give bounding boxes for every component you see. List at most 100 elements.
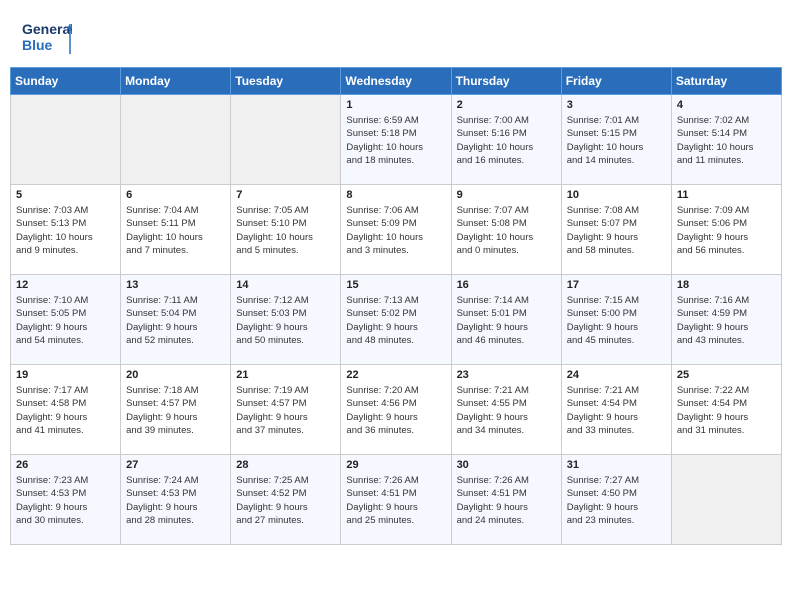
logo-icon: General Blue	[22, 18, 72, 58]
calendar-cell: 4 Sunrise: 7:02 AMSunset: 5:14 PMDaylight…	[671, 95, 781, 185]
day-info: Sunrise: 7:00 AMSunset: 5:16 PMDaylight:…	[457, 114, 556, 167]
calendar-cell: 23Sunrise: 7:21 AMSunset: 4:55 PMDayligh…	[451, 365, 561, 455]
day-info: Sunrise: 7:17 AMSunset: 4:58 PMDaylight:…	[16, 384, 115, 437]
day-number: 14	[236, 279, 335, 291]
day-number: 19	[16, 369, 115, 381]
weekday-header-row: SundayMondayTuesdayWednesdayThursdayFrid…	[11, 68, 782, 95]
calendar-cell: 11 Sunrise: 7:09 AMSunset: 5:06 PMDayligh…	[671, 185, 781, 275]
day-number: 1	[346, 99, 445, 111]
calendar-week-2: 5Sunrise: 7:03 AMSunset: 5:13 PMDaylight…	[11, 185, 782, 275]
calendar-cell: 19 Sunrise: 7:17 AMSunset: 4:58 PMDayligh…	[11, 365, 121, 455]
calendar-cell: 26 Sunrise: 7:23 AMSunset: 4:53 PMDayligh…	[11, 455, 121, 545]
day-info: Sunrise: 7:09 AMSunset: 5:06 PMDaylight:…	[677, 204, 776, 257]
day-info: Sunrise: 7:15 AMSunset: 5:00 PMDaylight:…	[567, 294, 666, 347]
calendar-cell: 22 Sunrise: 7:20 AMSunset: 4:56 PMDayligh…	[341, 365, 451, 455]
day-info: Sunrise: 7:21 AMSunset: 4:55 PMDaylight:…	[457, 384, 556, 437]
day-number: 24	[567, 369, 666, 381]
calendar-cell: 29Sunrise: 7:26 AMSunset: 4:51 PMDayligh…	[341, 455, 451, 545]
day-number: 31	[567, 459, 666, 471]
day-number: 12	[16, 279, 115, 291]
day-number: 8	[346, 189, 445, 201]
logo-container: General Blue	[22, 18, 72, 58]
calendar-cell: 3 Sunrise: 7:01 AMSunset: 5:15 PMDaylight…	[561, 95, 671, 185]
calendar-cell: 13 Sunrise: 7:11 AMSunset: 5:04 PMDayligh…	[121, 275, 231, 365]
calendar-cell: 21Sunrise: 7:19 AMSunset: 4:57 PMDayligh…	[231, 365, 341, 455]
day-info: Sunrise: 7:07 AMSunset: 5:08 PMDaylight:…	[457, 204, 556, 257]
day-number: 18	[677, 279, 776, 291]
calendar-cell	[121, 95, 231, 185]
day-number: 6	[126, 189, 225, 201]
weekday-header-thursday: Thursday	[451, 68, 561, 95]
day-info: Sunrise: 7:22 AMSunset: 4:54 PMDaylight:…	[677, 384, 776, 437]
calendar-cell: 8 Sunrise: 7:06 AMSunset: 5:09 PMDaylight…	[341, 185, 451, 275]
day-info: Sunrise: 7:02 AMSunset: 5:14 PMDaylight:…	[677, 114, 776, 167]
day-info: Sunrise: 7:23 AMSunset: 4:53 PMDaylight:…	[16, 474, 115, 527]
weekday-header-saturday: Saturday	[671, 68, 781, 95]
page-header: General Blue	[10, 10, 782, 62]
calendar-cell: 9 Sunrise: 7:07 AMSunset: 5:08 PMDaylight…	[451, 185, 561, 275]
day-info: Sunrise: 7:11 AMSunset: 5:04 PMDaylight:…	[126, 294, 225, 347]
day-info: Sunrise: 6:59 AMSunset: 5:18 PMDaylight:…	[346, 114, 445, 167]
day-number: 5	[16, 189, 115, 201]
logo: General Blue	[22, 18, 72, 58]
calendar-cell: 5Sunrise: 7:03 AMSunset: 5:13 PMDaylight…	[11, 185, 121, 275]
day-info: Sunrise: 7:26 AMSunset: 4:51 PMDaylight:…	[346, 474, 445, 527]
day-number: 22	[346, 369, 445, 381]
calendar-cell: 15Sunrise: 7:13 AMSunset: 5:02 PMDayligh…	[341, 275, 451, 365]
day-info: Sunrise: 7:20 AMSunset: 4:56 PMDaylight:…	[346, 384, 445, 437]
calendar-cell: 16Sunrise: 7:14 AMSunset: 5:01 PMDayligh…	[451, 275, 561, 365]
day-number: 11	[677, 189, 776, 201]
calendar-cell: 17 Sunrise: 7:15 AMSunset: 5:00 PMDayligh…	[561, 275, 671, 365]
calendar-cell: 12 Sunrise: 7:10 AMSunset: 5:05 PMDayligh…	[11, 275, 121, 365]
calendar-cell: 6Sunrise: 7:04 AMSunset: 5:11 PMDaylight…	[121, 185, 231, 275]
calendar-header: SundayMondayTuesdayWednesdayThursdayFrid…	[11, 68, 782, 95]
day-info: Sunrise: 7:14 AMSunset: 5:01 PMDaylight:…	[457, 294, 556, 347]
day-info: Sunrise: 7:06 AMSunset: 5:09 PMDaylight:…	[346, 204, 445, 257]
calendar-cell: 14 Sunrise: 7:12 AMSunset: 5:03 PMDayligh…	[231, 275, 341, 365]
calendar-cell: 24Sunrise: 7:21 AMSunset: 4:54 PMDayligh…	[561, 365, 671, 455]
weekday-header-wednesday: Wednesday	[341, 68, 451, 95]
calendar-cell: 2 Sunrise: 7:00 AMSunset: 5:16 PMDaylight…	[451, 95, 561, 185]
day-number: 10	[567, 189, 666, 201]
day-number: 17	[567, 279, 666, 291]
calendar-week-3: 12 Sunrise: 7:10 AMSunset: 5:05 PMDayligh…	[11, 275, 782, 365]
day-number: 20	[126, 369, 225, 381]
calendar-cell	[671, 455, 781, 545]
day-number: 4	[677, 99, 776, 111]
weekday-header-friday: Friday	[561, 68, 671, 95]
calendar-cell: 27 Sunrise: 7:24 AMSunset: 4:53 PMDayligh…	[121, 455, 231, 545]
day-number: 15	[346, 279, 445, 291]
day-number: 26	[16, 459, 115, 471]
weekday-header-monday: Monday	[121, 68, 231, 95]
weekday-header-tuesday: Tuesday	[231, 68, 341, 95]
calendar-cell: 30Sunrise: 7:26 AMSunset: 4:51 PMDayligh…	[451, 455, 561, 545]
day-number: 2	[457, 99, 556, 111]
weekday-header-sunday: Sunday	[11, 68, 121, 95]
day-number: 3	[567, 99, 666, 111]
calendar-week-5: 26 Sunrise: 7:23 AMSunset: 4:53 PMDayligh…	[11, 455, 782, 545]
calendar-cell: 1 Sunrise: 6:59 AMSunset: 5:18 PMDaylight…	[341, 95, 451, 185]
calendar-cell: 10Sunrise: 7:08 AMSunset: 5:07 PMDayligh…	[561, 185, 671, 275]
calendar-cell: 18 Sunrise: 7:16 AMSunset: 4:59 PMDayligh…	[671, 275, 781, 365]
day-number: 27	[126, 459, 225, 471]
calendar-cell	[11, 95, 121, 185]
calendar-cell: 7 Sunrise: 7:05 AMSunset: 5:10 PMDaylight…	[231, 185, 341, 275]
day-info: Sunrise: 7:25 AMSunset: 4:52 PMDaylight:…	[236, 474, 335, 527]
svg-text:Blue: Blue	[22, 37, 53, 53]
day-info: Sunrise: 7:12 AMSunset: 5:03 PMDaylight:…	[236, 294, 335, 347]
day-number: 30	[457, 459, 556, 471]
svg-text:General: General	[22, 21, 72, 37]
calendar-week-1: 1 Sunrise: 6:59 AMSunset: 5:18 PMDaylight…	[11, 95, 782, 185]
day-number: 13	[126, 279, 225, 291]
day-info: Sunrise: 7:05 AMSunset: 5:10 PMDaylight:…	[236, 204, 335, 257]
day-info: Sunrise: 7:27 AMSunset: 4:50 PMDaylight:…	[567, 474, 666, 527]
day-info: Sunrise: 7:01 AMSunset: 5:15 PMDaylight:…	[567, 114, 666, 167]
calendar-cell: 25Sunrise: 7:22 AMSunset: 4:54 PMDayligh…	[671, 365, 781, 455]
day-info: Sunrise: 7:16 AMSunset: 4:59 PMDaylight:…	[677, 294, 776, 347]
day-number: 7	[236, 189, 335, 201]
day-info: Sunrise: 7:18 AMSunset: 4:57 PMDaylight:…	[126, 384, 225, 437]
day-info: Sunrise: 7:24 AMSunset: 4:53 PMDaylight:…	[126, 474, 225, 527]
day-number: 9	[457, 189, 556, 201]
day-info: Sunrise: 7:10 AMSunset: 5:05 PMDaylight:…	[16, 294, 115, 347]
day-number: 21	[236, 369, 335, 381]
